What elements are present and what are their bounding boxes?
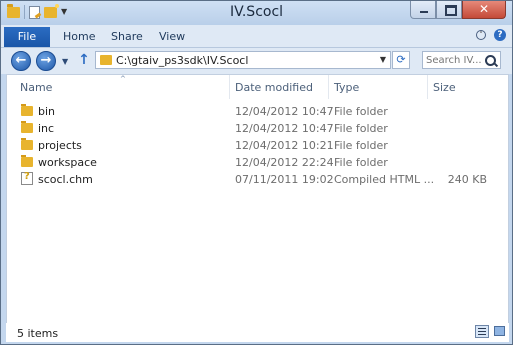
forward-button[interactable]: → xyxy=(36,51,56,71)
file-type: Compiled HTML ... xyxy=(334,173,435,186)
ribbon-tabs: File Home Share View ˅ ? xyxy=(1,25,512,48)
column-divider[interactable] xyxy=(328,75,329,99)
file-name: bin xyxy=(38,105,56,118)
file-type: File folder xyxy=(334,139,388,152)
list-item[interactable]: bin 12/04/2012 10:47 File folder xyxy=(7,103,508,120)
column-header-size[interactable]: Size xyxy=(433,81,456,94)
list-item[interactable]: scocl.chm 07/11/2011 19:02 Compiled HTML… xyxy=(7,171,508,188)
file-name: projects xyxy=(38,139,82,152)
list-item[interactable]: projects 12/04/2012 10:21 File folder xyxy=(7,137,508,154)
ribbon-right-controls: ˅ ? xyxy=(476,29,506,41)
tab-file[interactable]: File xyxy=(4,27,50,47)
folder-icon xyxy=(100,55,112,65)
refresh-button[interactable]: ⟳ xyxy=(392,51,410,69)
file-date: 12/04/2012 10:47 xyxy=(235,122,334,135)
file-date: 07/11/2011 19:02 xyxy=(235,173,334,186)
up-arrow-icon[interactable]: ↑ xyxy=(77,52,91,68)
list-item[interactable]: workspace 12/04/2012 22:24 File folder xyxy=(7,154,508,171)
file-date: 12/04/2012 10:21 xyxy=(235,139,334,152)
file-type: File folder xyxy=(334,105,388,118)
file-name: workspace xyxy=(38,156,97,169)
status-bar: 5 items xyxy=(6,323,509,342)
file-date: 12/04/2012 22:24 xyxy=(235,156,334,169)
recent-locations-chevron-icon[interactable]: ▼ xyxy=(62,57,68,66)
title-bar: ▼ IV.Scocl ✕ xyxy=(1,1,512,25)
folder-icon xyxy=(21,138,33,150)
minimize-button[interactable] xyxy=(410,1,436,19)
expand-ribbon-icon[interactable]: ˅ xyxy=(476,30,486,40)
column-header-type[interactable]: Type xyxy=(334,81,359,94)
help-icon[interactable]: ? xyxy=(494,29,506,41)
tab-home[interactable]: Home xyxy=(63,27,95,47)
folder-icon xyxy=(21,104,33,116)
file-rows: bin 12/04/2012 10:47 File folder inc 12/… xyxy=(7,103,508,188)
list-item[interactable]: inc 12/04/2012 10:47 File folder xyxy=(7,120,508,137)
chevron-down-icon[interactable]: ▼ xyxy=(380,55,386,64)
window-controls: ✕ xyxy=(410,1,506,19)
file-type: File folder xyxy=(334,122,388,135)
explorer-window: ▼ IV.Scocl ✕ File Home Share View ˅ ? ← … xyxy=(0,0,513,345)
column-headers: ^ Name Date modified Type Size xyxy=(7,75,508,99)
file-type: File folder xyxy=(334,156,388,169)
file-date: 12/04/2012 10:47 xyxy=(235,105,334,118)
large-icons-view-icon[interactable] xyxy=(493,325,506,338)
chm-file-icon xyxy=(21,171,33,185)
folder-icon xyxy=(21,121,33,133)
search-box[interactable] xyxy=(422,51,501,69)
item-count: 5 items xyxy=(17,327,59,340)
search-icon[interactable] xyxy=(485,55,496,66)
details-view-icon[interactable] xyxy=(475,325,489,338)
column-header-date-modified[interactable]: Date modified xyxy=(235,81,313,94)
file-name: inc xyxy=(38,122,55,135)
folder-icon xyxy=(21,155,33,167)
column-divider[interactable] xyxy=(427,75,428,99)
file-list-pane[interactable]: ^ Name Date modified Type Size bin 12/04… xyxy=(6,74,509,342)
address-bar[interactable]: C:\gtaiv_ps3sdk\IV.Scocl ▼ xyxy=(95,51,391,69)
search-input[interactable] xyxy=(426,53,482,67)
tab-view[interactable]: View xyxy=(159,27,185,47)
file-size: 240 KB xyxy=(447,173,487,186)
maximize-button[interactable] xyxy=(436,1,462,19)
back-button[interactable]: ← xyxy=(11,51,31,71)
navigation-bar: ← → ▼ ↑ C:\gtaiv_ps3sdk\IV.Scocl ▼ ⟳ xyxy=(1,48,512,74)
column-header-name[interactable]: Name xyxy=(20,81,52,94)
column-divider[interactable] xyxy=(229,75,230,99)
file-name: scocl.chm xyxy=(38,173,93,186)
address-path[interactable]: C:\gtaiv_ps3sdk\IV.Scocl xyxy=(116,54,248,67)
close-button[interactable]: ✕ xyxy=(462,1,506,19)
sort-ascending-icon: ^ xyxy=(120,75,126,83)
tab-share[interactable]: Share xyxy=(111,27,143,47)
